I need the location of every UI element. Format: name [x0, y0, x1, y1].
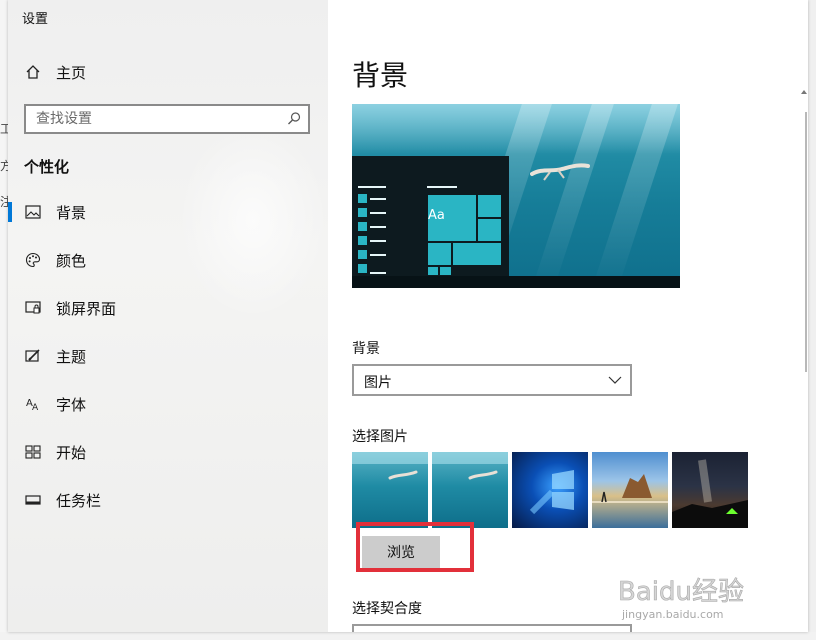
start-tile: [452, 242, 502, 266]
preview-taskbar: [352, 276, 680, 288]
start-icon: [24, 443, 42, 461]
start-square: [358, 208, 367, 217]
sidebar: 设置 主页 个性化 背景 颜色: [8, 0, 328, 632]
start-square: [358, 222, 367, 231]
annotation-highlight-box: [356, 522, 474, 572]
sidebar-item-colors[interactable]: 颜色: [8, 242, 328, 278]
background-window-edge-right: [808, 0, 816, 640]
start-tile: [427, 266, 439, 276]
start-line: [370, 272, 386, 274]
theme-icon: [24, 347, 42, 365]
background-label: 背景: [352, 341, 380, 357]
page-title: 背景: [352, 59, 409, 92]
thumbnail-art: [672, 459, 748, 528]
start-tile: [427, 242, 452, 266]
sidebar-item-lock-screen[interactable]: 锁屏界面: [8, 290, 328, 326]
thumbnail-windows-hero[interactable]: [512, 452, 588, 528]
thumbnail-night-sky[interactable]: [672, 452, 748, 528]
watermark: Baidu经验 jingyan.baidu.com: [618, 577, 745, 621]
sidebar-item-label: 字体: [56, 395, 87, 414]
nav-home-label: 主页: [56, 63, 87, 82]
choose-fit-label: 选择契合度: [352, 601, 422, 617]
sidebar-item-label: 锁屏界面: [56, 299, 117, 318]
search-icon[interactable]: [286, 111, 302, 127]
background-window-edge: [0, 0, 8, 640]
start-line: [370, 198, 386, 200]
scroll-up-icon[interactable]: [800, 88, 808, 96]
watermark-url: jingyan.baidu.com: [621, 608, 724, 621]
sidebar-item-label: 任务栏: [56, 491, 102, 510]
background-preview: Aa: [352, 104, 680, 288]
sidebar-item-start[interactable]: 开始: [8, 434, 328, 470]
search-input[interactable]: [26, 106, 276, 132]
sidebar-item-fonts[interactable]: AA 字体: [8, 386, 328, 422]
thumbnail-underwater-2[interactable]: [432, 452, 508, 528]
svg-text:A: A: [32, 403, 39, 412]
scrollbar-thumb[interactable]: [805, 112, 807, 372]
start-tile: [477, 218, 502, 242]
start-tile: [439, 266, 452, 276]
start-square: [358, 236, 367, 245]
picture-icon: [24, 203, 42, 221]
choose-picture-label: 选择图片: [352, 429, 408, 445]
start-square: [358, 194, 367, 203]
thumbnail-beach-rocks[interactable]: [592, 452, 668, 528]
sidebar-item-label: 主题: [56, 347, 87, 366]
thumbnail-art: [432, 452, 508, 480]
start-line: [370, 240, 386, 242]
start-line: [358, 186, 386, 188]
preview-start-menu: Aa: [352, 156, 509, 276]
taskbar-icon: [24, 491, 42, 509]
start-line: [370, 254, 386, 256]
home-icon: [24, 63, 42, 81]
thumbnail-art: [592, 474, 668, 503]
sidebar-item-label: 颜色: [56, 251, 87, 270]
section-title: 个性化: [24, 158, 70, 176]
palette-icon: [24, 251, 42, 269]
sidebar-item-themes[interactable]: 主题: [8, 338, 328, 374]
fit-dropdown[interactable]: [352, 624, 632, 632]
settings-window: 设置 主页 个性化 背景 颜色: [8, 0, 808, 632]
thumbnail-underwater-1[interactable]: [352, 452, 428, 528]
background-dropdown[interactable]: 图片: [352, 364, 632, 396]
background-window-edge-bottom: [0, 632, 816, 640]
sidebar-item-label: 开始: [56, 443, 87, 462]
font-icon: AA: [24, 395, 42, 413]
main-content: 背景 Aa 背景 图片 选择图片 浏览 选择契合度: [328, 0, 808, 632]
background-dropdown-value: 图片: [364, 375, 392, 391]
lock-screen-icon: [24, 299, 42, 317]
start-tile-text: Aa: [428, 208, 445, 223]
sidebar-item-background[interactable]: 背景: [8, 194, 328, 230]
start-line: [370, 212, 386, 214]
start-square: [358, 264, 367, 273]
sidebar-item-taskbar[interactable]: 任务栏: [8, 482, 328, 518]
thumbnail-art: [529, 470, 574, 515]
start-line: [370, 226, 386, 228]
search-box: [24, 104, 310, 134]
preview-swimmer: [530, 163, 590, 181]
watermark-brand: Baidu经验: [618, 577, 744, 607]
start-square: [358, 250, 367, 259]
window-title: 设置: [22, 12, 49, 27]
start-line: [427, 186, 457, 188]
sidebar-item-label: 背景: [56, 203, 87, 222]
nav-home[interactable]: 主页: [8, 54, 328, 90]
chevron-down-icon: [608, 376, 622, 384]
start-tile: [477, 194, 502, 218]
thumbnail-art: [352, 452, 428, 480]
